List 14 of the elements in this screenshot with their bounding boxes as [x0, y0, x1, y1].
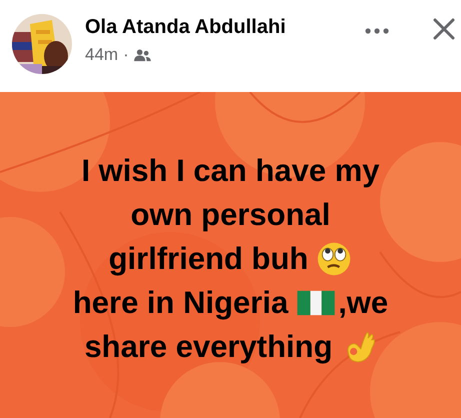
post-text: share everything [84, 329, 333, 365]
author-name[interactable]: Ola Atanda Abdullahi [85, 16, 365, 39]
post-text: I wish I can have my [81, 153, 380, 189]
friends-icon [134, 48, 151, 62]
close-icon[interactable] [433, 18, 455, 40]
post-time[interactable]: 44m [85, 45, 118, 65]
separator-dot: · [123, 45, 129, 65]
more-icon[interactable] [365, 28, 389, 34]
post-text: here in Nigeria [72, 285, 288, 321]
post-text: own personal [130, 197, 330, 233]
eye-roll-emoji-icon [316, 241, 352, 277]
post-text: ,we [338, 285, 388, 321]
post-text: girlfriend buh [108, 241, 308, 277]
flag-icon [296, 289, 336, 317]
